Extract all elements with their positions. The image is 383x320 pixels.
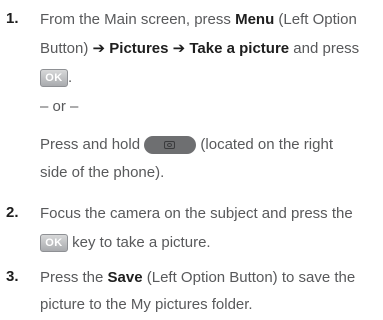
camera-key-icon bbox=[144, 136, 197, 155]
step-2-line-2: OK key to take a picture. bbox=[40, 233, 211, 253]
step-1-number: 1. bbox=[6, 10, 19, 27]
step-2-text: key to take a picture. bbox=[68, 234, 211, 251]
menu-label: Menu bbox=[235, 11, 275, 28]
step-3-text: (Left Option Button) to save the bbox=[142, 269, 356, 286]
step-1-text: Press and hold bbox=[40, 136, 145, 153]
period: . bbox=[68, 69, 73, 86]
pictures-label: ➔ Pictures bbox=[92, 40, 169, 57]
step-1-text: Button) bbox=[40, 40, 93, 57]
take-a-picture-label: ➔ Take a picture bbox=[168, 40, 290, 57]
step-1-text: From the Main screen, press bbox=[40, 11, 236, 28]
ok-key-icon: OK bbox=[40, 69, 68, 88]
step-3-line-1: Press the Save (Left Option Button) to s… bbox=[40, 268, 355, 288]
step-2-number: 2. bbox=[6, 204, 19, 221]
step-1-line-1: From the Main screen, press Menu (Left O… bbox=[40, 10, 357, 30]
step-1-text: (located on the right bbox=[196, 136, 333, 153]
step-1-line-5: side of the phone). bbox=[40, 164, 165, 181]
step-1-text: (Left Option bbox=[274, 11, 357, 28]
or-separator: – or – bbox=[40, 98, 79, 115]
step-3-text: Press the bbox=[40, 269, 108, 286]
step-1-line-2: Button) ➔ Pictures ➔ Take a picture and … bbox=[40, 39, 359, 59]
step-3-line-2: picture to the My pictures folder. bbox=[40, 296, 253, 313]
ok-key-icon: OK bbox=[40, 234, 68, 253]
step-1-text: and press bbox=[289, 40, 360, 57]
step-1-line-4: Press and hold (located on the right bbox=[40, 135, 333, 155]
step-2-line-1: Focus the camera on the subject and pres… bbox=[40, 205, 353, 222]
save-label: Save bbox=[107, 269, 143, 286]
step-1-line-3: OK. bbox=[40, 68, 72, 88]
step-3-number: 3. bbox=[6, 268, 19, 285]
